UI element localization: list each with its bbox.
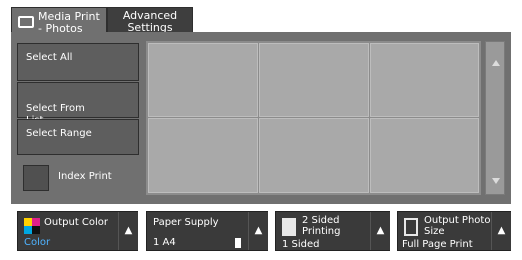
select-all-button[interactable]: Select All <box>17 43 139 81</box>
paper-supply-button[interactable]: Paper Supply 1 A4 ▲ <box>146 211 268 251</box>
thumbnail-cell[interactable] <box>370 118 479 193</box>
two-sided-printing-button[interactable]: 2 Sided Printing 1 Sided ▲ <box>275 211 390 251</box>
photo-size-icon <box>404 218 418 236</box>
output-photo-size-value: Full Page Print <box>402 239 473 250</box>
paper-supply-up-icon[interactable]: ▲ <box>248 212 268 250</box>
output-photo-size-button[interactable]: Output Photo Size Full Page Print ▲ <box>397 211 511 251</box>
tab-advanced-settings[interactable]: Advanced Settings <box>107 7 193 34</box>
thumbnail-grid <box>146 41 481 195</box>
tab-advanced-settings-label: Advanced Settings <box>122 9 178 34</box>
two-sided-value: 1 Sided <box>282 239 320 250</box>
two-sided-label: 2 Sided Printing <box>302 215 341 237</box>
thumbnail-cell[interactable] <box>259 43 369 117</box>
color-palette-icon <box>24 218 40 234</box>
output-color-value: Color <box>24 237 51 248</box>
document-icon <box>282 218 296 236</box>
thumbnail-cell[interactable] <box>148 118 258 193</box>
index-print-control[interactable]: Index Print <box>23 164 135 194</box>
select-range-button[interactable]: Select Range <box>17 119 139 155</box>
two-sided-up-icon[interactable]: ▲ <box>370 212 390 250</box>
thumbnail-scrollbar[interactable] <box>485 41 505 195</box>
index-print-label: Index Print <box>58 171 112 182</box>
output-color-up-icon[interactable]: ▲ <box>118 212 138 250</box>
scroll-down-icon[interactable] <box>492 178 500 184</box>
output-color-button[interactable]: Output Color Color ▲ <box>17 211 138 251</box>
select-range-label: Select Range <box>26 128 92 139</box>
select-from-list-button[interactable]: Select From List... <box>17 82 139 126</box>
output-color-label: Output Color <box>44 217 109 228</box>
paper-supply-value: 1 A4 <box>153 237 176 248</box>
thumbnail-cell[interactable] <box>148 43 258 117</box>
output-photo-size-up-icon[interactable]: ▲ <box>491 212 511 250</box>
thumbnail-cell[interactable] <box>370 43 479 117</box>
camera-icon <box>18 16 34 28</box>
index-print-checkbox[interactable] <box>23 165 49 191</box>
thumbnail-cell[interactable] <box>259 118 369 193</box>
paper-supply-label: Paper Supply <box>153 217 219 228</box>
scroll-up-icon[interactable] <box>492 60 500 66</box>
output-photo-size-label: Output Photo Size <box>424 215 491 237</box>
select-all-label: Select All <box>26 52 73 63</box>
paper-level-icon <box>235 238 241 248</box>
